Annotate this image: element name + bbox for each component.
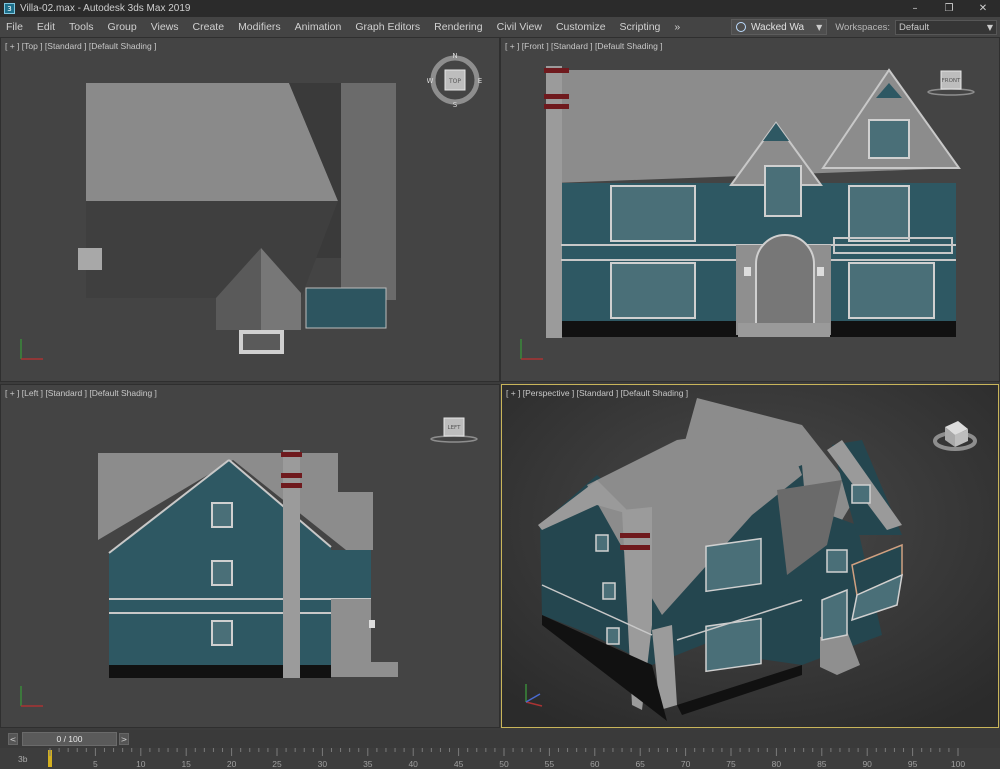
viewport-left-label[interactable]: [ + ] [Left ] [Standard ] [Default Shadi… (5, 388, 157, 398)
track-tick-label: 35 (363, 759, 373, 769)
time-slider-bar: < 0 / 100 > (0, 730, 1000, 748)
track-tick-label: 40 (408, 759, 418, 769)
viewcube-left-text: LEFT (448, 425, 462, 431)
track-tick-label: 80 (771, 759, 782, 769)
track-tick-label: 45 (453, 759, 464, 769)
menu-modifiers[interactable]: Modifiers (231, 21, 288, 33)
viewport-front[interactable]: [ + ] [Front ] [Standard ] [Default Shad… (500, 37, 1000, 382)
axis-tripod-icon (525, 684, 543, 707)
workspaces-label: Workspaces: (835, 21, 890, 33)
axis-tripod-icon (20, 339, 43, 360)
menu-scripting[interactable]: Scripting (613, 21, 668, 33)
track-tick-label: 85 (817, 759, 827, 769)
track-tick-label: 20 (226, 759, 237, 769)
window-title: Villa-02.max - Autodesk 3ds Max 2019 (20, 3, 191, 14)
track-tick-label: 70 (680, 759, 691, 769)
window-controls: – ❐ ✕ (898, 0, 1000, 17)
viewcube-3d-graphic (933, 421, 977, 451)
compass-e: E (478, 77, 482, 85)
viewport-perspective[interactable]: [ + ] [Perspective ] [Standard ] [Defaul… (501, 384, 999, 728)
viewport-left[interactable]: [ + ] [Left ] [Standard ] [Default Shadi… (0, 384, 500, 728)
menu-rendering[interactable]: Rendering (427, 21, 489, 33)
axis-tripod-icon (520, 339, 543, 360)
app-window: 3 Villa-02.max - Autodesk 3ds Max 2019 –… (0, 0, 1000, 769)
track-tick-label: 50 (499, 759, 509, 769)
title-bar: 3 Villa-02.max - Autodesk 3ds Max 2019 –… (0, 0, 1000, 17)
time-slider[interactable]: 0 / 100 (22, 732, 117, 746)
maximize-button[interactable]: ❐ (932, 0, 966, 17)
menu-tools[interactable]: Tools (62, 21, 101, 33)
track-tick-label: 10 (136, 759, 146, 769)
track-tick-label: 90 (862, 759, 872, 769)
menu-file[interactable]: File (0, 21, 30, 33)
viewcube-top-text: TOP (448, 78, 461, 85)
chevron-down-icon: ▼ (986, 22, 993, 32)
viewcube-compass-graphic: TOP N S E W (427, 52, 483, 109)
viewcube-front-text: FRONT (942, 78, 961, 84)
menu-bar: File Edit Tools Group Views Create Modif… (0, 17, 1000, 37)
track-tick-label: 25 (272, 759, 282, 769)
top-view-model (78, 83, 396, 354)
viewcube[interactable]: LEFT (429, 415, 479, 450)
workspaces-dropdown[interactable]: Default ▼ (895, 19, 997, 35)
viewcube-front-graphic: FRONT (927, 70, 975, 96)
track-tick-label: 30 (317, 759, 328, 769)
track-tick-label: 5 (93, 759, 98, 769)
track-tick-label: 75 (726, 759, 736, 769)
chevron-down-icon: ▼ (816, 22, 823, 32)
left-view-model (98, 450, 398, 678)
menu-graph-editors[interactable]: Graph Editors (348, 21, 427, 33)
compass-n: N (452, 52, 457, 60)
viewport-perspective-label[interactable]: [ + ] [Perspective ] [Standard ] [Defaul… (506, 388, 688, 398)
track-tick-label: 100 (950, 759, 966, 769)
viewcube-compass[interactable]: TOP N S E W (427, 52, 483, 113)
menu-group[interactable]: Group (101, 21, 144, 33)
perspective-view-model (502, 385, 998, 727)
menu-views[interactable]: Views (144, 21, 186, 33)
track-tick-label: 15 (181, 759, 191, 769)
menu-customize[interactable]: Customize (549, 21, 613, 33)
menu-edit[interactable]: Edit (30, 21, 62, 33)
workspaces-value: Default (899, 21, 930, 33)
minimize-button[interactable]: – (898, 0, 932, 17)
viewport-front-label[interactable]: [ + ] [Front ] [Standard ] [Default Shad… (505, 41, 663, 51)
user-icon (735, 22, 746, 32)
user-account-dropdown[interactable]: Wacked Wa ▼ (730, 19, 828, 35)
viewport-top[interactable]: [ + ] [Top ] [Standard ] [Default Shadin… (0, 37, 500, 382)
viewcube[interactable]: FRONT (926, 68, 976, 103)
track-tick-label: 55 (544, 759, 555, 769)
close-button[interactable]: ✕ (966, 0, 1000, 17)
track-tick-label: 60 (590, 759, 600, 769)
3dsmax-app-icon: 3 (4, 3, 15, 14)
viewcube-left-graphic: LEFT (430, 417, 478, 443)
menu-animation[interactable]: Animation (288, 21, 349, 33)
track-bar[interactable]: 3b 5 10 15 20 25 30 35 40 45 50 55 60 65 70 75 80 85 90 95… (0, 748, 1000, 769)
user-name: Wacked Wa (750, 21, 805, 33)
compass-w: W (427, 77, 434, 85)
menu-create[interactable]: Create (186, 21, 232, 33)
next-frame-button[interactable]: > (119, 733, 129, 745)
viewport-top-label[interactable]: [ + ] [Top ] [Standard ] [Default Shadin… (5, 41, 156, 51)
menu-overflow-button[interactable]: » (667, 21, 687, 33)
viewcube-3d[interactable] (930, 409, 980, 464)
compass-s: S (453, 101, 458, 108)
track-tick-label: 65 (635, 759, 645, 769)
axis-tripod-icon (20, 686, 43, 707)
track-tick-label: 95 (907, 759, 918, 769)
prev-frame-button[interactable]: < (8, 733, 18, 745)
menu-civil-view[interactable]: Civil View (490, 21, 549, 33)
